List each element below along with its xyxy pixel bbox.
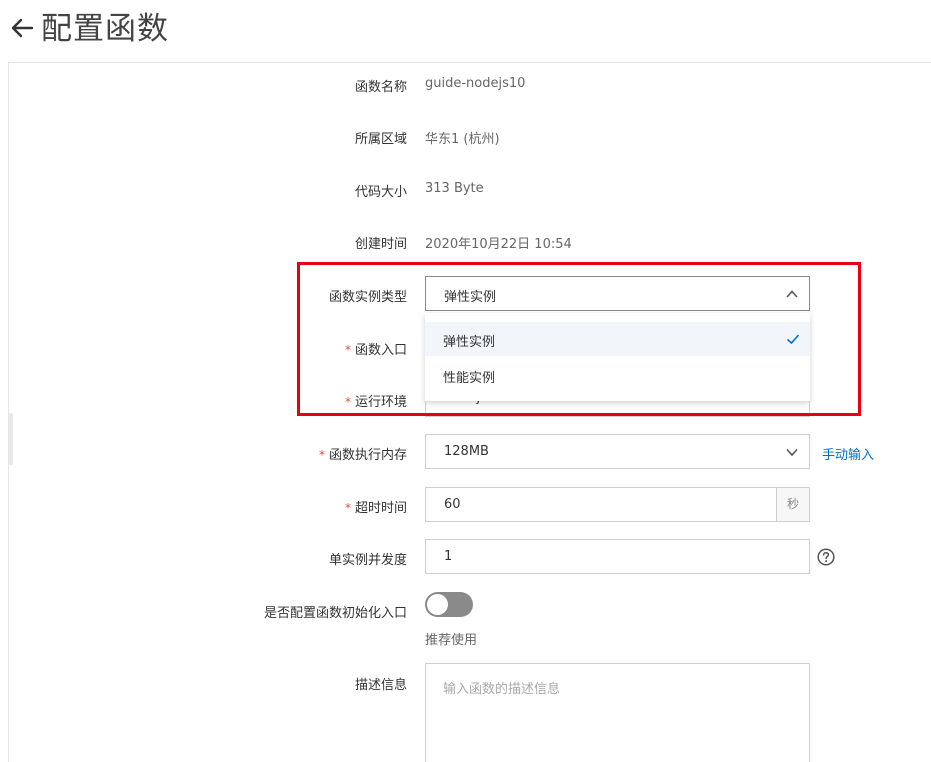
- initializer-toggle[interactable]: [425, 592, 473, 617]
- initializer-label: 是否配置函数初始化入口: [263, 606, 407, 621]
- collapse-handle[interactable]: [9, 413, 13, 465]
- question-circle-icon[interactable]: [817, 548, 835, 566]
- manual-input-link[interactable]: 手动输入: [822, 444, 874, 463]
- required-mark: *: [318, 448, 325, 462]
- created-time-value: 2020年10月22日 10:54: [425, 237, 572, 252]
- timeout-value: 60: [444, 497, 461, 512]
- required-mark: *: [344, 501, 351, 515]
- memory-select[interactable]: 128MB: [425, 434, 810, 469]
- description-placeholder: 输入函数的描述信息: [443, 682, 561, 697]
- region-value: 华东1 (杭州): [425, 132, 500, 147]
- page-header: 配置函数: [0, 0, 931, 62]
- description-label: 描述信息: [354, 678, 407, 693]
- code-size-label: 代码大小: [354, 185, 407, 200]
- initializer-hint: 推荐使用: [425, 633, 478, 648]
- chevron-down-icon: [786, 448, 798, 457]
- concurrency-label: 单实例并发度: [328, 553, 407, 568]
- arrow-left-icon[interactable]: [10, 17, 34, 39]
- function-name-value: guide-nodejs10: [425, 76, 526, 91]
- memory-label: * 函数执行内存: [318, 448, 407, 463]
- timeout-unit: 秒: [776, 488, 809, 521]
- code-size-value: 313 Byte: [425, 181, 484, 196]
- timeout-input[interactable]: 60 秒: [425, 487, 810, 522]
- timeout-label: * 超时时间: [344, 501, 407, 516]
- memory-value: 128MB: [444, 444, 489, 459]
- description-textarea[interactable]: 输入函数的描述信息: [425, 663, 810, 762]
- function-name-label: 函数名称: [354, 80, 407, 95]
- concurrency-input[interactable]: 1: [425, 539, 810, 574]
- page-title: 配置函数: [41, 11, 169, 47]
- concurrency-value: 1: [444, 549, 453, 564]
- created-time-label: 创建时间: [354, 237, 407, 252]
- toggle-knob: [427, 594, 448, 615]
- highlight-box: [297, 262, 861, 416]
- region-label: 所属区域: [354, 132, 407, 147]
